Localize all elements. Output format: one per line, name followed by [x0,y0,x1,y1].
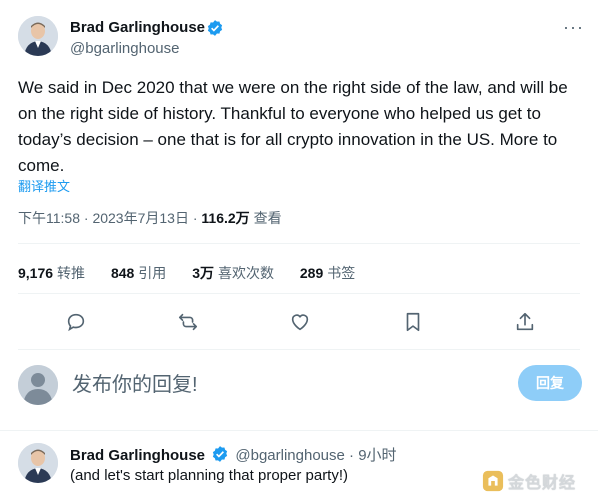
divider [18,293,580,294]
reply-author-handle[interactable]: @bgarlinghouse [235,447,344,464]
meta-separator: · [192,210,198,226]
tweet-meta: 下午11:58 · 2023年7月13日 · 116.2万 查看 [18,208,282,228]
views-label: 查看 [253,210,282,226]
reply-header: Brad Garlinghouse @bgarlinghouse · 9小时 [70,444,397,465]
more-options-icon[interactable]: ··· [563,17,584,38]
author-name[interactable]: Brad Garlinghouse [70,19,205,36]
retweet-icon[interactable] [177,311,201,335]
divider [18,243,580,244]
jinse-logo-icon [482,470,504,492]
bookmarks-stat[interactable]: 289 书签 [300,265,355,281]
tweet-time[interactable]: 下午11:58 [18,210,80,226]
translate-tweet-link[interactable]: 翻译推文 [18,176,70,195]
bookmark-icon[interactable] [402,311,426,335]
reply-input[interactable]: 发布你的回复! [72,368,198,397]
reply-author-avatar[interactable] [18,443,58,483]
reply-author-name[interactable]: Brad Garlinghouse [70,447,205,464]
reply-time[interactable]: 9小时 [358,447,396,464]
engagement-stats: 9,176 转推 848 引用 3万 喜欢次数 289 书签 [18,263,377,283]
author-handle[interactable]: @bgarlinghouse [70,40,179,57]
user-avatar[interactable] [18,365,58,405]
verified-badge-icon [213,446,228,462]
reply-separator: · [349,447,355,464]
verified-badge-icon [207,20,223,36]
reply-button[interactable]: 回复 [518,365,582,401]
tweet-text: We said in Dec 2020 that we were on the … [18,78,568,175]
like-icon[interactable] [289,311,313,335]
retweets-stat[interactable]: 9,176 转推 [18,265,85,281]
reply-text: (and let's start planning that proper pa… [70,467,349,484]
watermark-text: 金色财经 [508,475,577,492]
divider [18,349,580,350]
reply-icon[interactable] [65,311,89,335]
divider [0,430,598,431]
views-count: 116.2万 [201,210,250,226]
meta-separator: · [83,210,89,226]
watermark: 金色财经 [482,469,576,493]
likes-stat[interactable]: 3万 喜欢次数 [192,265,274,281]
share-icon[interactable] [514,311,538,335]
author-avatar[interactable] [18,16,58,56]
quotes-stat[interactable]: 848 引用 [111,265,166,281]
tweet-date[interactable]: 2023年7月13日 [92,210,189,226]
